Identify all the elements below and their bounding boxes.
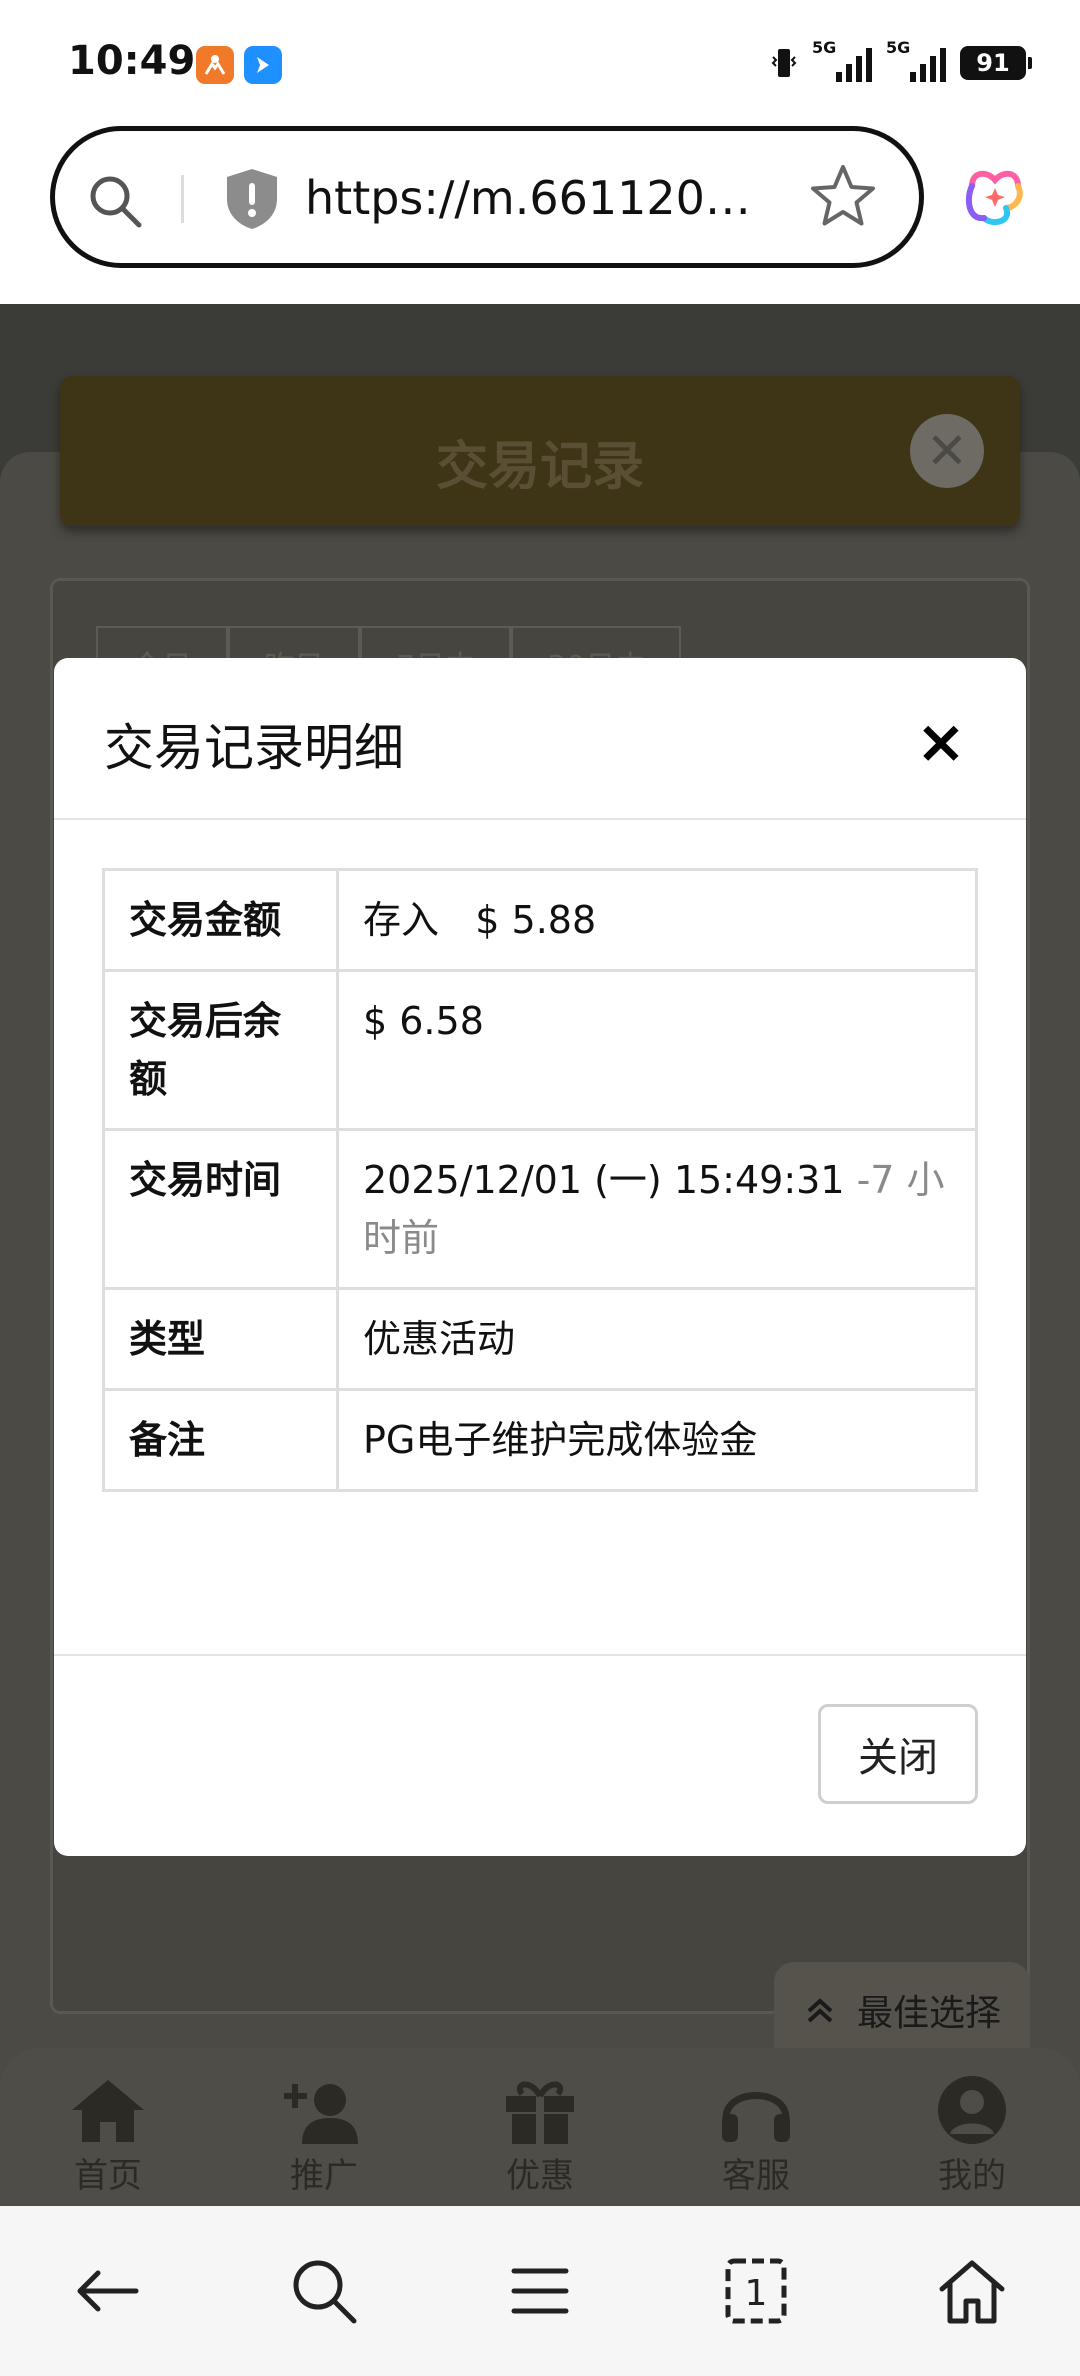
best-choice-button[interactable]: 最佳选择	[774, 1962, 1030, 2058]
close-icon[interactable]: ✕	[910, 414, 984, 488]
table-row: 类型 优惠活动	[102, 1287, 978, 1391]
time-value-cell: 2025/12/01 (一) 15:49:31 -7 小时前	[336, 1128, 978, 1290]
nav-label: 优惠	[506, 2155, 574, 2196]
browser-bottom-bar: 1	[0, 2206, 1080, 2376]
status-bar: 10:49 5G 5G 91	[0, 0, 1080, 118]
amount-type: 存入	[363, 898, 440, 942]
time-value: 2025/12/01 (一) 15:49:31	[363, 1158, 845, 1202]
balance-value: $ 6.58	[336, 969, 978, 1131]
svg-text:1: 1	[745, 2273, 768, 2314]
amount-label: 交易金额	[102, 868, 339, 972]
shield-icon[interactable]	[223, 167, 281, 231]
bookmark-star-icon[interactable]	[807, 161, 879, 233]
amount-value: $ 5.88	[475, 898, 597, 942]
url-text[interactable]: https://m.6611207h...	[305, 171, 775, 225]
divider	[181, 175, 184, 223]
headset-icon	[722, 2091, 790, 2142]
battery-icon: 91	[960, 46, 1032, 80]
home-icon	[72, 2079, 144, 2142]
status-time: 10:49	[68, 38, 196, 84]
balance-label: 交易后余额	[102, 969, 339, 1131]
signal-icon: 5G	[812, 38, 872, 82]
table-row: 交易金额 存入 $ 5.88	[102, 868, 978, 972]
home-button[interactable]	[922, 2241, 1022, 2341]
dialog-title: 交易记录明细	[104, 719, 404, 777]
nav-profile[interactable]: 我的	[892, 2074, 1052, 2197]
nav-offers[interactable]: 优惠	[460, 2074, 620, 2197]
app-notification-icon	[196, 46, 234, 84]
menu-button[interactable]	[490, 2241, 590, 2341]
signal-icon: 5G	[886, 38, 946, 82]
browser-toolbar: https://m.6611207h...	[0, 118, 1080, 304]
dialog-footer: 关闭	[54, 1654, 1026, 1856]
nav-label: 首页	[74, 2155, 142, 2196]
dialog-header: 交易记录明细 ×	[54, 658, 1026, 820]
best-choice-label: 最佳选择	[856, 1993, 1001, 2034]
page-header: 交易记录 ✕	[60, 376, 1020, 526]
search-icon[interactable]	[85, 171, 145, 231]
search-button[interactable]	[274, 2241, 374, 2341]
nav-label: 推广	[290, 2155, 358, 2196]
user-icon	[938, 2075, 1006, 2144]
search-icon	[293, 2260, 357, 2324]
note-label: 备注	[102, 1388, 339, 1492]
address-bar[interactable]: https://m.6611207h...	[50, 126, 924, 268]
table-row: 备注 PG电子维护完成体验金	[102, 1388, 978, 1492]
tabs-count-icon: 1	[725, 2258, 787, 2324]
type-value: 优惠活动	[336, 1287, 978, 1391]
nav-home[interactable]: 首页	[28, 2074, 188, 2197]
time-label: 交易时间	[102, 1128, 339, 1290]
transaction-detail-dialog: 交易记录明细 × 交易金额 存入 $ 5.88 交易后余额 $ 6.58 交易时…	[54, 658, 1026, 1856]
nav-support[interactable]: 客服	[676, 2074, 836, 2197]
status-indicators: 5G 5G 91	[770, 38, 1032, 82]
close-icon[interactable]: ×	[916, 712, 966, 772]
home-icon	[939, 2260, 1005, 2324]
app-notification-icon	[244, 46, 282, 84]
close-button[interactable]: 关闭	[818, 1704, 978, 1804]
table-row: 交易后余额 $ 6.58	[102, 969, 978, 1131]
chevron-up-icon	[807, 1998, 833, 2023]
back-button[interactable]	[58, 2241, 158, 2341]
nav-label: 客服	[722, 2155, 790, 2196]
table-row: 交易时间 2025/12/01 (一) 15:49:31 -7 小时前	[102, 1128, 978, 1290]
gift-icon	[506, 2081, 574, 2144]
note-value: PG电子维护完成体验金	[336, 1388, 978, 1492]
add-user-icon	[284, 2083, 358, 2144]
vibrate-icon	[771, 49, 797, 77]
page-title: 交易记录	[435, 437, 644, 497]
nav-promote[interactable]: 推广	[244, 2074, 404, 2197]
nav-label: 我的	[938, 2155, 1006, 2196]
bottom-navigation: 首页 推广 优惠 客服 我的	[0, 2048, 1080, 2206]
tabs-button[interactable]: 1	[706, 2241, 806, 2341]
detail-table: 交易金额 存入 $ 5.88 交易后余额 $ 6.58 交易时间 2025/12…	[102, 868, 978, 1492]
menu-icon	[511, 2268, 569, 2314]
type-label: 类型	[102, 1287, 339, 1391]
ai-assistant-icon[interactable]	[962, 164, 1028, 230]
back-arrow-icon	[77, 2270, 139, 2312]
amount-value-cell: 存入 $ 5.88	[336, 868, 978, 972]
